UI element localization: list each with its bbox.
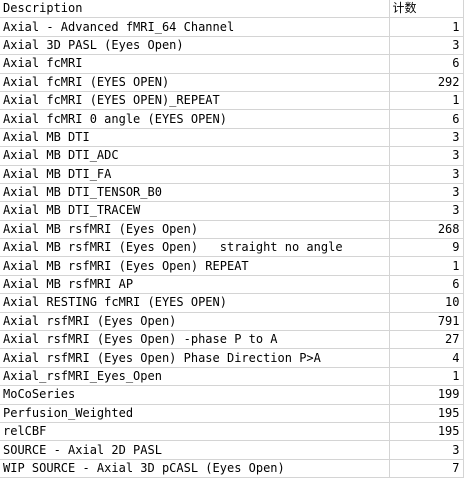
cell-count[interactable]: 195	[389, 404, 464, 423]
table-row: Axial fcMRI 6	[0, 54, 464, 74]
header-cell-count[interactable]: 计数	[389, 0, 464, 19]
cell-count[interactable]: 292	[389, 73, 464, 92]
table-row: Axial MB DTI_TRACEW 3	[0, 201, 464, 221]
cell-description[interactable]: Axial MB DTI_FA	[0, 165, 390, 184]
table-row: Axial rsfMRI (Eyes Open) Phase Direction…	[0, 348, 464, 368]
cell-description[interactable]: Axial MB rsfMRI (Eyes Open)	[0, 220, 390, 240]
cell-count[interactable]: 195	[389, 422, 464, 442]
table-row: Axial MB rsfMRI (Eyes Open) REPEAT 1	[0, 256, 464, 276]
cell-description[interactable]: Axial MB DTI_TENSOR_B0	[0, 183, 390, 203]
table-row: relCBF 195	[0, 422, 464, 442]
cell-count[interactable]: 4	[389, 348, 464, 368]
cell-description[interactable]: Axial fcMRI	[0, 54, 390, 74]
cell-count[interactable]: 6	[389, 54, 464, 74]
cell-description[interactable]: Axial - Advanced fMRI_64 Channel	[0, 17, 390, 37]
cell-count[interactable]: 6	[389, 275, 464, 295]
table-row: Perfusion_Weighted 195	[0, 404, 464, 423]
cell-count[interactable]: 1	[389, 256, 464, 276]
cell-description[interactable]: Axial rsfMRI (Eyes Open)	[0, 312, 390, 332]
table-row: Axial fcMRI 0 angle (EYES OPEN) 6	[0, 109, 464, 129]
cell-count[interactable]: 3	[389, 36, 464, 56]
table-row: Axial RESTING fcMRI (EYES OPEN) 10	[0, 293, 464, 313]
cell-count[interactable]: 3	[389, 440, 464, 460]
cell-count[interactable]: 3	[389, 183, 464, 203]
table-row: Axial - Advanced fMRI_64 Channel 1	[0, 17, 464, 37]
table-row: MoCoSeries 199	[0, 385, 464, 405]
cell-description[interactable]: Axial rsfMRI (Eyes Open) Phase Direction…	[0, 348, 390, 368]
table-row: Axial MB DTI 3	[0, 128, 464, 148]
header-cell-description[interactable]: Description	[0, 0, 390, 19]
cell-description[interactable]: WIP SOURCE - Axial 3D pCASL (Eyes Open)	[0, 459, 390, 478]
table-row: Axial MB DTI_FA 3	[0, 165, 464, 184]
table-row: Axial MB DTI_TENSOR_B0 3	[0, 183, 464, 203]
cell-count[interactable]: 1	[389, 91, 464, 111]
table-row: Axial MB rsfMRI AP 6	[0, 275, 464, 295]
cell-description[interactable]: Axial MB rsfMRI (Eyes Open) REPEAT	[0, 256, 390, 276]
data-table: Description 计数 Axial - Advanced fMRI_64 …	[0, 0, 464, 478]
table-row: Axial MB rsfMRI (Eyes Open) 268	[0, 220, 464, 240]
table-body: Description 计数 Axial - Advanced fMRI_64 …	[0, 0, 464, 478]
cell-description[interactable]: Axial MB DTI_TRACEW	[0, 201, 390, 221]
cell-description[interactable]: Axial RESTING fcMRI (EYES OPEN)	[0, 293, 390, 313]
table-row: SOURCE - Axial 2D PASL 3	[0, 440, 464, 460]
cell-description[interactable]: relCBF	[0, 422, 390, 442]
cell-description[interactable]: Axial fcMRI (EYES OPEN)_REPEAT	[0, 91, 390, 111]
cell-count[interactable]: 6	[389, 109, 464, 129]
cell-description[interactable]: Axial_rsfMRI_Eyes_Open	[0, 367, 390, 387]
table-row: WIP SOURCE - Axial 3D pCASL (Eyes Open) 7	[0, 459, 464, 478]
cell-count[interactable]: 1	[389, 17, 464, 37]
cell-description[interactable]: MoCoSeries	[0, 385, 390, 405]
cell-description[interactable]: Perfusion_Weighted	[0, 404, 390, 423]
cell-count[interactable]: 199	[389, 385, 464, 405]
table-row: Axial rsfMRI (Eyes Open) -phase P to A 27	[0, 330, 464, 350]
cell-description[interactable]: Axial MB DTI_ADC	[0, 146, 390, 166]
table-row: Axial fcMRI (EYES OPEN) 292	[0, 73, 464, 92]
table-row: Axial_rsfMRI_Eyes_Open 1	[0, 367, 464, 387]
cell-description[interactable]: Axial MB DTI	[0, 128, 390, 148]
cell-description[interactable]: Axial 3D PASL (Eyes Open)	[0, 36, 390, 56]
cell-count[interactable]: 7	[389, 459, 464, 478]
table-row: Axial MB rsfMRI (Eyes Open) straight no …	[0, 238, 464, 258]
cell-count[interactable]: 1	[389, 367, 464, 387]
cell-count[interactable]: 10	[389, 293, 464, 313]
cell-count[interactable]: 3	[389, 128, 464, 148]
cell-count[interactable]: 3	[389, 201, 464, 221]
cell-count[interactable]: 27	[389, 330, 464, 350]
cell-count[interactable]: 3	[389, 146, 464, 166]
cell-count[interactable]: 791	[389, 312, 464, 332]
cell-count[interactable]: 9	[389, 238, 464, 258]
cell-description[interactable]: Axial MB rsfMRI AP	[0, 275, 390, 295]
cell-description[interactable]: Axial fcMRI (EYES OPEN)	[0, 73, 390, 92]
cell-description[interactable]: Axial fcMRI 0 angle (EYES OPEN)	[0, 109, 390, 129]
cell-description[interactable]: Axial rsfMRI (Eyes Open) -phase P to A	[0, 330, 390, 350]
spreadsheet: Description 计数 Axial - Advanced fMRI_64 …	[0, 0, 464, 478]
table-row: Axial 3D PASL (Eyes Open) 3	[0, 36, 464, 56]
header-row: Description 计数	[0, 0, 464, 19]
cell-count[interactable]: 268	[389, 220, 464, 240]
cell-description[interactable]: SOURCE - Axial 2D PASL	[0, 440, 390, 460]
table-row: Axial rsfMRI (Eyes Open) 791	[0, 312, 464, 332]
table-row: Axial MB DTI_ADC 3	[0, 146, 464, 166]
cell-count[interactable]: 3	[389, 165, 464, 184]
cell-description[interactable]: Axial MB rsfMRI (Eyes Open) straight no …	[0, 238, 390, 258]
table-row: Axial fcMRI (EYES OPEN)_REPEAT 1	[0, 91, 464, 111]
